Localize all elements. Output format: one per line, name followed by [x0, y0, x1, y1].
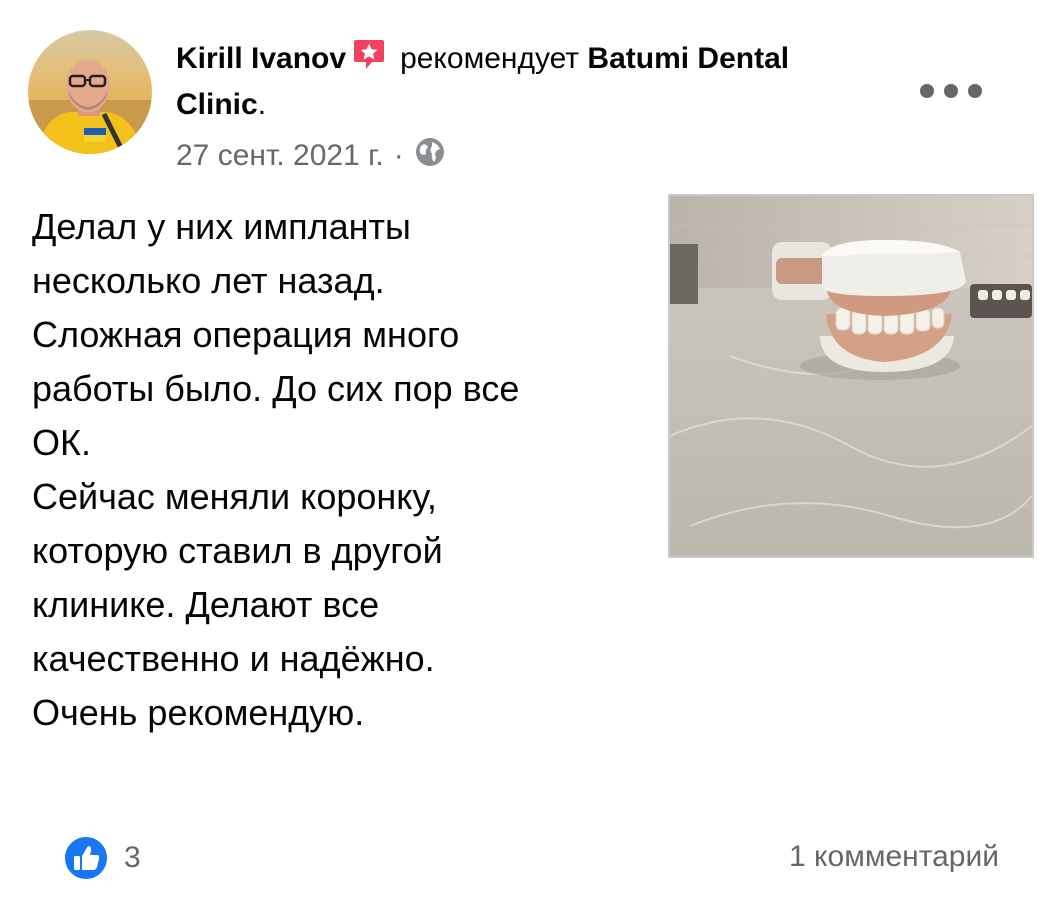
- more-dot-icon: [944, 84, 958, 98]
- post-header: Kirill Ivanov рекомендует Batumi Dental …: [176, 38, 796, 126]
- globe-icon: [414, 136, 446, 176]
- review-post: Kirill Ivanov рекомендует Batumi Dental …: [0, 0, 1049, 921]
- post-photo[interactable]: [668, 194, 1034, 558]
- like-count: 3: [124, 841, 141, 874]
- post-meta: 27 сент. 2021 г. ·: [176, 136, 446, 176]
- post-text: Делал у них импланты несколько лет назад…: [32, 206, 520, 733]
- like-icon: [63, 835, 109, 881]
- more-options-button[interactable]: [920, 76, 982, 106]
- page-name-period: .: [257, 88, 267, 121]
- author-name[interactable]: Kirill Ivanov: [176, 42, 346, 75]
- more-dot-icon: [920, 84, 934, 98]
- comments-count-link[interactable]: 1 комментарий: [789, 840, 999, 874]
- more-dot-icon: [968, 84, 982, 98]
- meta-separator: ·: [393, 139, 404, 172]
- post-date[interactable]: 27 сент. 2021 г.: [176, 139, 384, 173]
- reactions-summary[interactable]: 3: [62, 834, 141, 882]
- author-avatar[interactable]: [28, 30, 152, 154]
- recommends-verb: рекомендует: [400, 42, 580, 75]
- recommend-icon: [352, 38, 386, 84]
